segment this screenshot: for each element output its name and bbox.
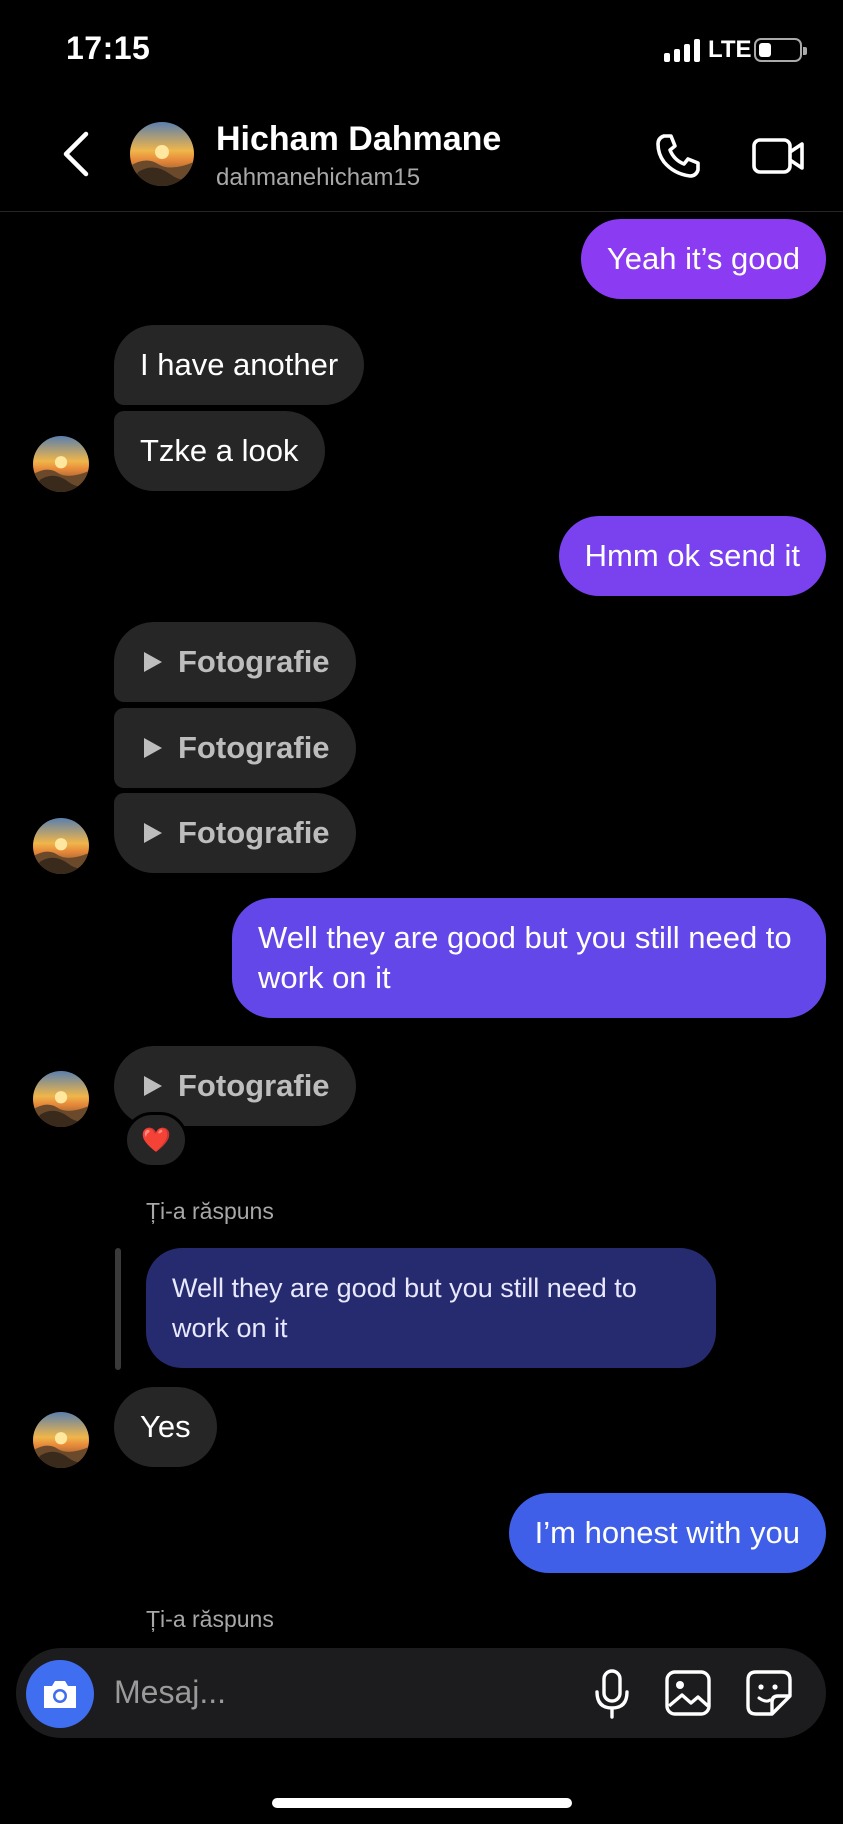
photo-message[interactable]: Fotografie	[114, 708, 356, 788]
photo-message[interactable]: Fotografie	[114, 793, 356, 873]
contact-name[interactable]: Hicham Dahmane	[216, 120, 501, 159]
status-time: 17:15	[66, 30, 151, 66]
sticker-icon[interactable]	[744, 1668, 794, 1718]
photo-label: Fotografie	[178, 730, 330, 765]
network-label: LTE	[708, 36, 752, 63]
photo-label: Fotografie	[178, 1068, 330, 1103]
photo-message[interactable]: Fotografie	[114, 622, 356, 702]
play-icon	[144, 738, 162, 758]
photo-label: Fotografie	[178, 644, 330, 679]
header-divider	[0, 211, 843, 212]
message-outgoing[interactable]: Yeah it’s good	[580, 219, 826, 299]
quoted-message[interactable]: Well they are good but you still need to…	[146, 1248, 716, 1368]
mic-icon[interactable]	[592, 1668, 632, 1720]
home-indicator[interactable]	[272, 1798, 572, 1808]
play-icon	[144, 823, 162, 843]
photo-label: Fotografie	[178, 815, 330, 850]
message-outgoing[interactable]: Hmm ok send it	[558, 516, 826, 596]
avatar[interactable]	[33, 818, 89, 874]
avatar[interactable]	[33, 1071, 89, 1127]
heart-icon: ❤️	[141, 1126, 171, 1154]
contact-username[interactable]: dahmanehicham15	[216, 164, 420, 192]
reaction-badge[interactable]: ❤️	[124, 1112, 188, 1168]
camera-button[interactable]	[26, 1660, 94, 1728]
back-icon[interactable]	[58, 130, 94, 178]
gallery-icon[interactable]	[664, 1668, 712, 1718]
camera-icon	[44, 1681, 76, 1708]
battery-icon	[754, 38, 807, 62]
message-input[interactable]: Mesaj...	[114, 1674, 226, 1711]
reply-label: Ți-a răspuns	[146, 1606, 274, 1632]
message-incoming[interactable]: I have another	[114, 325, 365, 405]
phone-icon[interactable]	[652, 130, 704, 182]
reply-label: Ți-a răspuns	[146, 1198, 274, 1224]
message-incoming[interactable]: Tzke a look	[114, 411, 325, 491]
message-incoming[interactable]: Yes	[114, 1387, 217, 1467]
video-icon[interactable]	[750, 130, 808, 182]
message-outgoing[interactable]: Well they are good but you still need to…	[232, 898, 826, 1018]
avatar[interactable]	[33, 436, 89, 492]
play-icon	[144, 1076, 162, 1096]
header-avatar[interactable]	[130, 122, 194, 186]
signal-icon	[664, 38, 700, 62]
message-outgoing[interactable]: I’m honest with you	[508, 1493, 826, 1573]
avatar[interactable]	[33, 1412, 89, 1468]
quote-bar	[115, 1248, 121, 1370]
play-icon	[144, 652, 162, 672]
